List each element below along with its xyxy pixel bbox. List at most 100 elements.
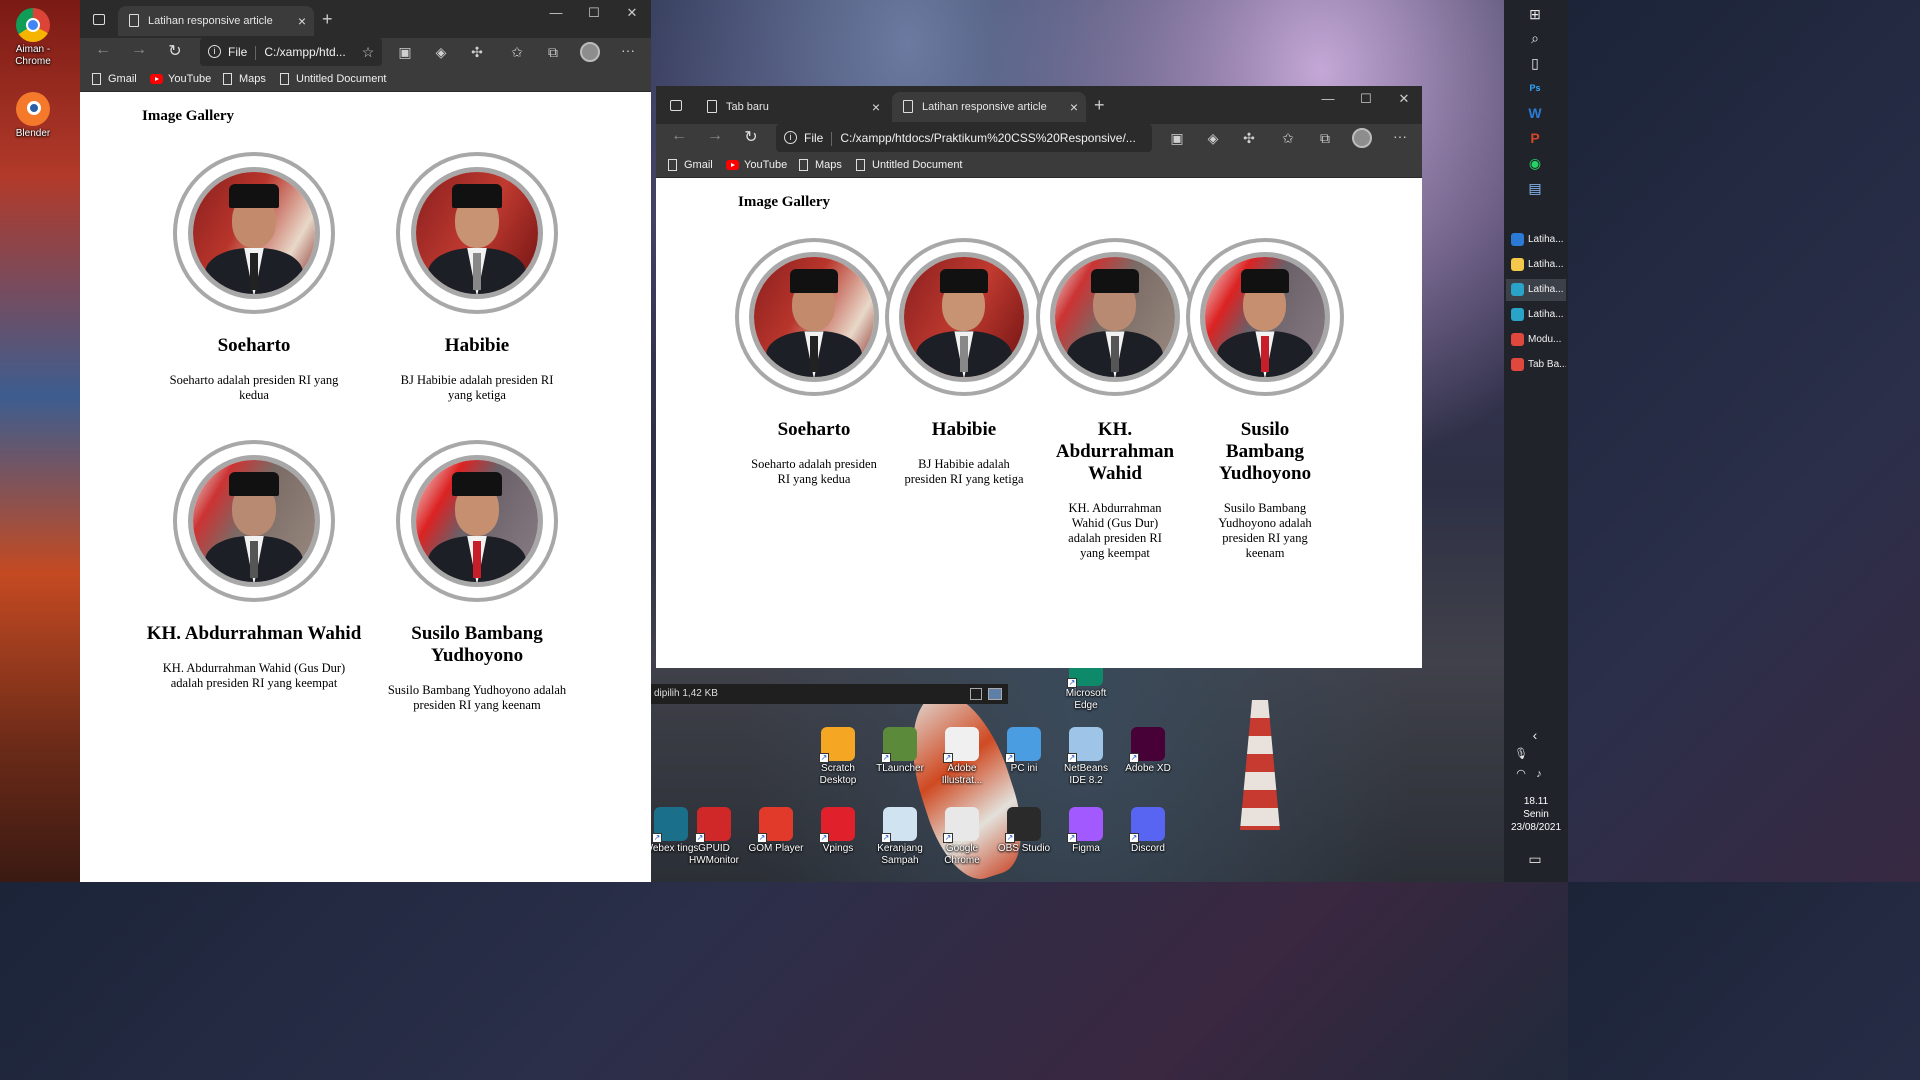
volume-icon[interactable]: ♪ <box>1530 765 1548 783</box>
gom-icon: ↗ <box>757 807 793 843</box>
desktop-icon-obs[interactable]: ↗ OBS Studio <box>993 807 1055 855</box>
desktop-icon-discord[interactable]: ↗ Discord <box>1117 807 1179 855</box>
taskbar-task-button[interactable]: Latiha... <box>1506 279 1566 301</box>
card-name: Susilo Bambang Yudhoyono <box>411 623 543 666</box>
powerpoint-icon[interactable]: P <box>1526 129 1544 147</box>
close-tab-icon[interactable]: × <box>298 6 306 36</box>
collections-tool-icon[interactable]: ◈ <box>1201 130 1225 147</box>
bookmark-untitled[interactable]: Untitled Document <box>854 152 963 178</box>
collections-icon[interactable]: ⧉ <box>1313 130 1337 147</box>
taskbar-task-button[interactable]: Tab Ba... <box>1506 354 1566 376</box>
details-view-icon[interactable] <box>970 688 982 700</box>
file-icon[interactable]: ▯ <box>1526 54 1544 72</box>
refresh-button[interactable]: ↻ <box>163 41 187 61</box>
desktop-icon-label: Aiman - Chrome <box>15 44 51 67</box>
notification-icon[interactable]: ▭ <box>1526 850 1544 868</box>
new-tab-button[interactable]: + <box>322 4 333 34</box>
microphone-icon[interactable]: 🎙 <box>1512 745 1530 763</box>
tab-latihan[interactable]: Latihan responsive article × <box>892 92 1086 122</box>
extension-icon[interactable]: ▣ <box>1165 130 1189 147</box>
portrait-image <box>187 454 321 588</box>
minimize-button[interactable]: — <box>538 0 574 28</box>
desktop-icon-tlauncher[interactable]: ↗ TLauncher <box>869 727 931 775</box>
desktop-icon-chrome[interactable]: ↗ Google Chrome <box>931 807 993 867</box>
extensions-puzzle-icon[interactable]: ✣ <box>1237 130 1261 147</box>
tab-actions-icon[interactable] <box>93 14 105 25</box>
desktop-icon-scratch[interactable]: ↗ Scratch Desktop <box>807 727 869 787</box>
browser-window-wide: Tab baru × Latihan responsive article × … <box>656 86 1422 668</box>
word-icon[interactable]: W <box>1526 104 1544 122</box>
desktop-icon-figma[interactable]: ↗ Figma <box>1055 807 1117 855</box>
collections-tool-icon[interactable]: ◈ <box>429 44 453 61</box>
forward-button[interactable]: → <box>127 41 151 59</box>
maximize-button[interactable]: ☐ <box>576 0 612 28</box>
favorites-icon[interactable]: ✩ <box>1276 130 1300 147</box>
desktop-icon-recycle-bin[interactable]: ↗ Keranjang Sampah <box>869 807 931 867</box>
network-icon[interactable]: ◠ <box>1512 765 1530 783</box>
extensions-puzzle-icon[interactable]: ✣ <box>465 44 489 61</box>
desktop-icon-chrome-profile[interactable]: Aiman - Chrome <box>2 8 64 68</box>
back-button[interactable]: ← <box>91 41 115 59</box>
tab-latihan[interactable]: Latihan responsive article × <box>118 6 314 36</box>
shortcut-arrow-icon: ↗ <box>819 753 829 763</box>
files-icon[interactable]: ▤ <box>1526 179 1544 197</box>
profile-avatar[interactable] <box>1352 128 1372 148</box>
chrome-icon <box>16 8 50 42</box>
bookmark-maps[interactable]: Maps <box>797 152 842 178</box>
profile-avatar[interactable] <box>580 42 600 62</box>
close-button[interactable]: ✕ <box>614 0 650 28</box>
address-bar[interactable]: i File C:/xampp/htd... <box>200 38 382 66</box>
desktop-icon-pc[interactable]: ↗ PC ini <box>993 727 1055 775</box>
youtube-icon <box>150 74 163 84</box>
forward-button[interactable]: → <box>703 127 727 145</box>
collections-icon[interactable]: ⧉ <box>541 44 565 61</box>
bookmark-gmail[interactable]: Gmail <box>90 66 137 92</box>
desktop-icon-xd[interactable]: ↗ Adobe XD <box>1117 727 1179 775</box>
extension-icon[interactable]: ▣ <box>393 44 417 61</box>
close-tab-icon[interactable]: × <box>1070 92 1078 122</box>
bookmark-youtube[interactable]: YouTube <box>726 152 787 178</box>
bookmark-maps[interactable]: Maps <box>221 66 266 92</box>
address-bar[interactable]: i File C:/xampp/htdocs/Praktikum%20CSS%20… <box>776 124 1152 152</box>
back-button[interactable]: ← <box>667 127 691 145</box>
close-tab-icon[interactable]: × <box>872 92 880 122</box>
favorites-icon[interactable]: ✩ <box>505 44 529 61</box>
clock-day: Senin <box>1523 809 1549 820</box>
new-tab-button[interactable]: + <box>1094 90 1105 120</box>
site-info-icon[interactable]: i <box>784 131 797 144</box>
tab-new-tab[interactable]: Tab baru × <box>696 92 888 122</box>
photoshop-icon[interactable]: Ps <box>1526 79 1544 97</box>
taskbar-task-button[interactable]: Latiha... <box>1506 304 1566 326</box>
close-button[interactable]: ✕ <box>1386 84 1422 114</box>
address-separator <box>831 131 833 146</box>
taskbar-task-button[interactable]: Latiha... <box>1506 254 1566 276</box>
desktop-icon-label: NetBeans IDE 8.2 <box>1064 763 1108 786</box>
tiles-view-icon[interactable] <box>988 688 1002 700</box>
maximize-button[interactable]: ☐ <box>1348 84 1384 114</box>
taskbar-task-button[interactable]: Latiha... <box>1506 229 1566 251</box>
bookmark-untitled[interactable]: Untitled Document <box>278 66 387 92</box>
desktop-icon-netbeans[interactable]: ↗ NetBeans IDE 8.2 <box>1055 727 1117 787</box>
search-icon[interactable]: ⌕ <box>1526 29 1544 47</box>
site-info-icon[interactable]: i <box>208 45 221 58</box>
desktop-icon-illustrator[interactable]: ↗ Adobe Illustrat... <box>931 727 993 787</box>
document-icon <box>707 100 717 113</box>
taskbar-task-button[interactable]: Modu... <box>1506 329 1566 351</box>
add-favorite-icon[interactable]: ☆ <box>356 44 380 61</box>
desktop-icon-hwmonitor[interactable]: ↗ GPUID HWMonitor <box>683 807 745 867</box>
more-menu-icon[interactable]: ··· <box>616 42 640 58</box>
desktop-icon-gom[interactable]: ↗ GOM Player <box>745 807 807 855</box>
tab-actions-icon[interactable] <box>670 100 682 111</box>
portrait-frame <box>885 238 1043 396</box>
whatsapp-icon[interactable]: ◉ <box>1526 154 1544 172</box>
more-menu-icon[interactable]: ··· <box>1388 128 1412 144</box>
refresh-button[interactable]: ↻ <box>739 127 763 147</box>
clock[interactable]: 18.11 Senin 23/08/2021 <box>1504 795 1568 834</box>
bookmark-youtube[interactable]: YouTube <box>150 66 211 92</box>
minimize-button[interactable]: — <box>1310 84 1346 114</box>
show-hidden-icons[interactable]: ‹ <box>1526 726 1544 744</box>
desktop-icon-vpings[interactable]: ↗ Vpings <box>807 807 869 855</box>
desktop-icon-blender[interactable]: Blender <box>2 92 64 140</box>
start-windows-icon[interactable]: ⊞ <box>1526 5 1544 23</box>
bookmark-gmail[interactable]: Gmail <box>666 152 713 178</box>
